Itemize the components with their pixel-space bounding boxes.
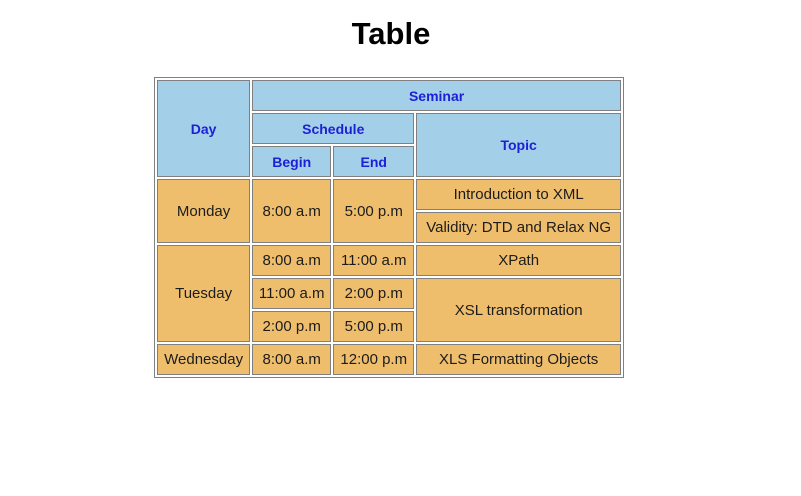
cell-end: 11:00 a.m <box>333 245 415 276</box>
header-schedule: Schedule <box>252 113 415 144</box>
cell-begin: 8:00 a.m <box>252 344 332 375</box>
cell-begin: 2:00 p.m <box>252 311 332 342</box>
header-topic: Topic <box>416 113 621 177</box>
cell-day: Tuesday <box>157 245 251 342</box>
cell-end: 5:00 p.m <box>333 311 415 342</box>
cell-begin: 8:00 a.m <box>252 179 332 243</box>
cell-end: 12:00 p.m <box>333 344 415 375</box>
cell-end: 5:00 p.m <box>333 179 415 243</box>
cell-topic: XPath <box>416 245 621 276</box>
header-seminar: Seminar <box>252 80 621 111</box>
cell-topic: Validity: DTD and Relax NG <box>416 212 621 243</box>
cell-begin: 8:00 a.m <box>252 245 332 276</box>
cell-begin: 11:00 a.m <box>252 278 332 309</box>
table-row: Monday 8:00 a.m 5:00 p.m Introduction to… <box>157 179 621 243</box>
table-row: Tuesday 8:00 a.m 11:00 a.m XPath <box>157 245 621 342</box>
header-end: End <box>333 146 415 177</box>
header-day: Day <box>157 80 251 177</box>
cell-day: Wednesday <box>157 344 251 375</box>
cell-day: Monday <box>157 179 251 243</box>
cell-topic: XLS Formatting Objects <box>416 344 621 375</box>
header-begin: Begin <box>252 146 332 177</box>
seminar-table: Day Seminar Schedule Topic Begin End Mon… <box>154 77 624 378</box>
page-title: Table <box>351 16 431 51</box>
cell-end: 2:00 p.m <box>333 278 415 309</box>
cell-topic: Introduction to XML <box>416 179 621 210</box>
table-row: Wednesday 8:00 a.m 12:00 p.m XLS Formatt… <box>157 344 621 375</box>
cell-topic: XSL transformation <box>416 278 621 342</box>
